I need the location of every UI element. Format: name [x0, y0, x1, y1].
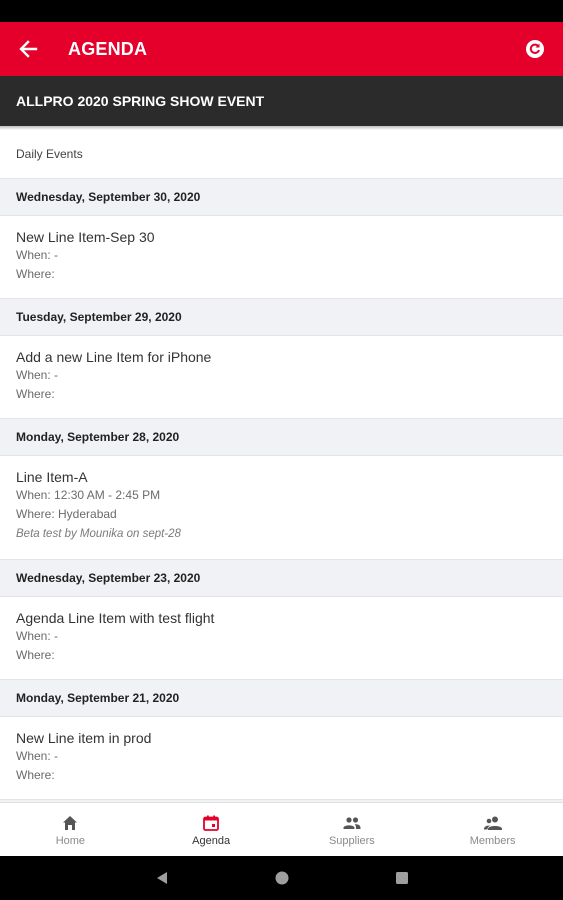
event-banner: ALLPRO 2020 SPRING SHOW EVENT	[0, 76, 563, 126]
nav-label: Members	[469, 835, 516, 847]
system-recents-button[interactable]	[342, 870, 462, 886]
event-where: Where: Hyderabad	[16, 507, 117, 521]
event-where: Where:	[16, 267, 55, 281]
day-header: Tuesday, September 29, 2020	[0, 298, 563, 336]
event-name: Agenda Line Item with test flight	[16, 610, 215, 626]
day-group: Tuesday, September 29, 2020 Add a new Li…	[0, 298, 563, 418]
nav-label: Suppliers	[328, 835, 375, 847]
event-title: ALLPRO 2020 SPRING SHOW EVENT	[16, 93, 265, 109]
system-nav-bar	[0, 856, 563, 900]
sync-button[interactable]	[507, 22, 563, 76]
sync-icon	[526, 40, 544, 58]
event-when: When: -	[16, 368, 59, 382]
event-where: Where:	[16, 768, 55, 782]
day-header: Monday, September 21, 2020	[0, 679, 563, 717]
event-where: Where:	[16, 387, 55, 401]
page-title: AGENDA	[68, 38, 148, 59]
recents-square-icon	[395, 872, 408, 884]
event-when: When: -	[16, 749, 59, 763]
system-home-button[interactable]	[222, 870, 342, 886]
event-when: When: -	[16, 248, 59, 262]
nav-members[interactable]: Members	[422, 803, 563, 856]
system-back-button[interactable]	[102, 870, 222, 886]
day-group: Wednesday, September 23, 2020 Agenda Lin…	[0, 559, 563, 679]
people-icon	[343, 817, 361, 829]
nav-agenda[interactable]: Agenda	[141, 803, 282, 856]
day-header: Wednesday, September 30, 2020	[0, 178, 563, 216]
day-group: Wednesday, September 30, 2020 New Line I…	[0, 178, 563, 298]
day-group: Monday, September 28, 2020 Line Item-A W…	[0, 418, 563, 559]
nav-home[interactable]: Home	[0, 803, 141, 856]
home-circle-icon	[275, 871, 288, 885]
members-icon	[483, 816, 502, 830]
arrow-left-icon	[19, 40, 38, 58]
event-item[interactable]: Add a new Line Item for iPhone When: - W…	[0, 336, 563, 418]
status-bar	[0, 0, 563, 22]
app-bar: AGENDA	[0, 22, 563, 76]
back-triangle-icon	[156, 872, 167, 884]
event-name: Line Item-A	[16, 469, 88, 485]
event-item[interactable]: Agenda Line Item with test flight When: …	[0, 597, 563, 679]
event-name: New Line Item-Sep 30	[16, 229, 155, 245]
nav-label: Home	[55, 835, 86, 847]
home-icon	[63, 816, 78, 830]
event-name: Add a new Line Item for iPhone	[16, 349, 212, 365]
event-item[interactable]: New Line item in prod When: - Where:	[0, 717, 563, 799]
event-item[interactable]: New Line Item-Sep 30 When: - Where:	[0, 216, 563, 298]
event-when: When: 12:30 AM - 2:45 PM	[16, 488, 161, 502]
day-group: Monday, September 21, 2020 New Line item…	[0, 679, 563, 802]
nav-label: Agenda	[192, 835, 231, 847]
event-note: Beta test by Mounika on sept-28	[16, 528, 181, 540]
event-when: When: -	[16, 629, 59, 643]
day-header: Monday, September 28, 2020	[0, 418, 563, 456]
bottom-nav: Home Agenda Suppliers Members	[0, 802, 563, 856]
event-name: New Line item in prod	[16, 730, 152, 746]
calendar-icon	[203, 815, 220, 831]
day-header: Wednesday, September 23, 2020	[0, 559, 563, 597]
back-button[interactable]	[0, 22, 56, 76]
section-label: Daily Events	[16, 147, 83, 161]
event-where: Where:	[16, 648, 55, 662]
nav-suppliers[interactable]: Suppliers	[282, 803, 423, 856]
event-item[interactable]: Line Item-A When: 12:30 AM - 2:45 PM Whe…	[0, 456, 563, 559]
agenda-list[interactable]: Daily Events Wednesday, September 30, 20…	[0, 130, 563, 802]
